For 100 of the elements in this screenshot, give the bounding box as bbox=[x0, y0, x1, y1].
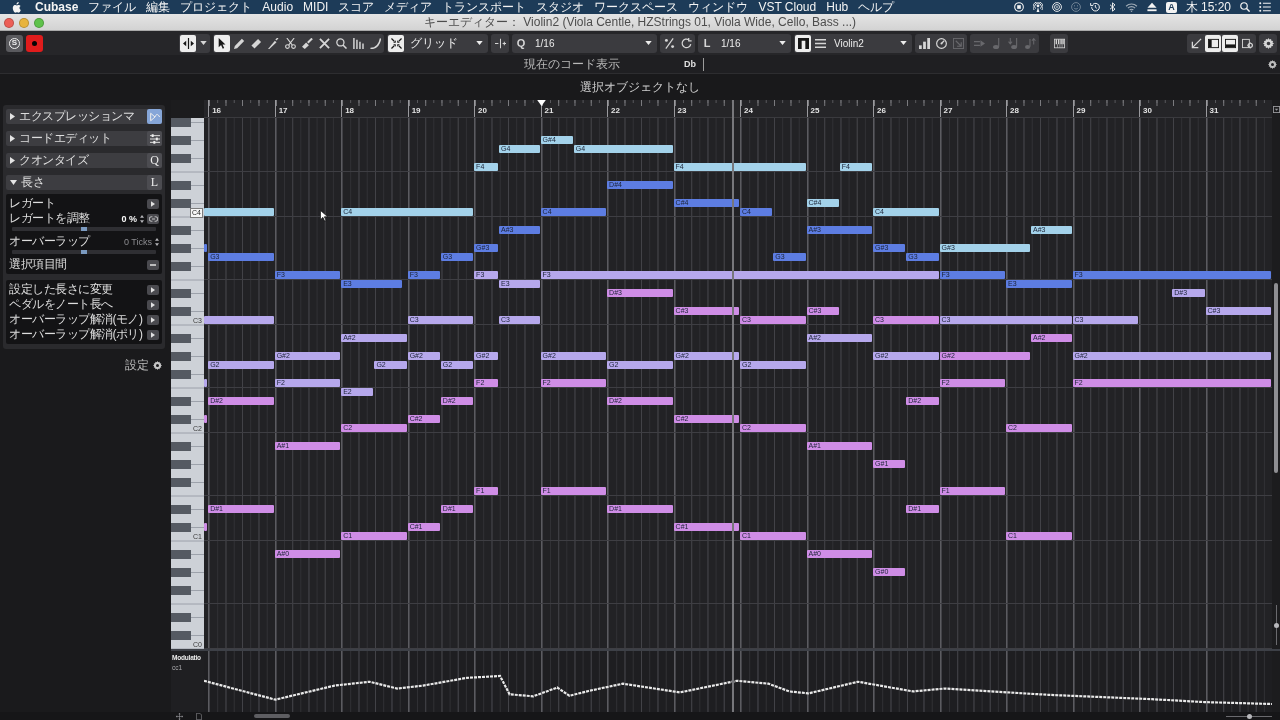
note-grid[interactable] bbox=[204, 118, 1272, 649]
snap-type-dropdown[interactable]: グリッド bbox=[405, 34, 487, 52]
quantize-dropdown[interactable]: 1/16 bbox=[530, 34, 656, 52]
length-button[interactable]: L bbox=[699, 34, 715, 52]
eject-icon[interactable] bbox=[1147, 2, 1158, 12]
slider-thumb[interactable] bbox=[81, 227, 87, 231]
bar-number: 27 bbox=[942, 106, 953, 117]
minus-icon[interactable] bbox=[150, 263, 156, 266]
slider-thumb[interactable] bbox=[81, 250, 87, 254]
disclosure-triangle-icon[interactable] bbox=[10, 180, 17, 185]
bar-number: 23 bbox=[676, 106, 687, 117]
menu-item[interactable]: MIDI bbox=[298, 0, 334, 14]
minus-bar-plus-icon[interactable] bbox=[494, 37, 506, 49]
wifi-icon[interactable] bbox=[1125, 2, 1139, 12]
length-dropdown[interactable]: 1/16 bbox=[716, 34, 790, 52]
caret-icon[interactable] bbox=[645, 41, 652, 45]
chord-display-label: 現在のコード表示 bbox=[524, 55, 620, 73]
apply-button[interactable] bbox=[147, 284, 159, 295]
quantize-button[interactable]: Q bbox=[513, 34, 529, 52]
section-header[interactable]: 長さ L bbox=[6, 175, 162, 190]
disclosure-triangle-icon[interactable] bbox=[10, 157, 15, 164]
play-icon[interactable] bbox=[151, 331, 155, 338]
stop-circle-icon[interactable] bbox=[1014, 2, 1025, 12]
menu-item[interactable]: メディア bbox=[379, 0, 438, 14]
search-icon[interactable] bbox=[1240, 2, 1250, 12]
play-icon[interactable] bbox=[151, 316, 155, 323]
gear-icon[interactable] bbox=[1268, 59, 1277, 69]
gear-icon[interactable] bbox=[1262, 37, 1274, 49]
apply-button[interactable] bbox=[147, 314, 159, 325]
caret-icon[interactable] bbox=[199, 41, 207, 45]
dot-icon[interactable] bbox=[32, 40, 37, 46]
midi-note[interactable] bbox=[204, 523, 208, 531]
disclosure-triangle-icon[interactable] bbox=[10, 135, 15, 142]
track-dropdown[interactable]: Violin2 bbox=[829, 34, 911, 52]
settings-button[interactable] bbox=[1259, 33, 1277, 53]
gear-icon[interactable] bbox=[153, 361, 162, 370]
modulation-curve[interactable] bbox=[204, 674, 1272, 705]
apply-button[interactable] bbox=[147, 299, 159, 310]
menu-item[interactable]: スタジオ bbox=[531, 0, 590, 14]
play-icon[interactable] bbox=[151, 286, 155, 293]
solo-button[interactable]: S bbox=[6, 34, 23, 52]
bar-number: 30 bbox=[1142, 106, 1152, 117]
menu-item[interactable]: 編集 bbox=[141, 0, 176, 14]
record-button[interactable] bbox=[26, 34, 43, 52]
document-icon[interactable] bbox=[196, 712, 202, 720]
caret-icon[interactable] bbox=[779, 41, 786, 45]
play-icon[interactable] bbox=[151, 301, 155, 308]
piano-keys-icon[interactable] bbox=[1053, 37, 1065, 49]
section-toggle[interactable]: L bbox=[147, 175, 162, 190]
caret-icon[interactable] bbox=[476, 41, 483, 45]
slider-thumb[interactable] bbox=[1246, 713, 1252, 719]
timeline-ruler[interactable]: 16 17 18 19 20 21 22 23 24 25 26 27 28 29 30 31 bbox=[204, 100, 1272, 118]
piano-keyboard-drawing[interactable] bbox=[171, 118, 204, 649]
input-source-indicator[interactable]: A bbox=[1166, 1, 1177, 13]
menu-clock[interactable]: 木 15:20 bbox=[1185, 0, 1231, 14]
snap-mode-button[interactable] bbox=[491, 33, 509, 53]
bar-number: 26 bbox=[876, 106, 886, 117]
caret-icon[interactable] bbox=[900, 41, 907, 45]
bar-number: 19 bbox=[410, 106, 421, 117]
function-label: オーバーラップ解消(ポリ) bbox=[9, 326, 144, 343]
disclosure-triangle-icon[interactable] bbox=[10, 113, 15, 120]
menu-item[interactable]: ファイル bbox=[83, 0, 142, 14]
apple-icon[interactable] bbox=[12, 1, 21, 13]
apply-button[interactable] bbox=[147, 198, 159, 209]
move-arrows-icon[interactable] bbox=[176, 712, 183, 720]
settings-label[interactable]: 設定 bbox=[125, 357, 148, 374]
menu-item[interactable]: ワークスペース bbox=[589, 0, 684, 14]
close-button[interactable] bbox=[4, 17, 14, 28]
midi-note[interactable] bbox=[204, 415, 208, 423]
menu-item[interactable]: スコア bbox=[333, 0, 380, 14]
stepper-arrows-icon[interactable] bbox=[140, 214, 144, 223]
midi-note[interactable] bbox=[204, 244, 208, 252]
value-field[interactable]: 0 % bbox=[121, 213, 137, 224]
menu-item[interactable]: プロジェクト bbox=[175, 0, 258, 14]
smiley-icon[interactable] bbox=[1071, 2, 1082, 12]
minus-button[interactable] bbox=[147, 259, 159, 270]
person-waves-icon[interactable] bbox=[1033, 2, 1044, 12]
target-icon[interactable] bbox=[1052, 2, 1063, 12]
menu-item[interactable]: Audio bbox=[257, 0, 299, 14]
section-toggle[interactable]: Q bbox=[147, 153, 162, 168]
menu-item[interactable]: ウィンドウ bbox=[683, 0, 754, 14]
caret-box-icon[interactable] bbox=[1272, 105, 1280, 113]
triangle-marker-icon[interactable] bbox=[536, 100, 546, 106]
slider-thumb[interactable] bbox=[1273, 622, 1279, 628]
apply-button[interactable] bbox=[147, 329, 159, 340]
bluetooth-icon[interactable] bbox=[1109, 2, 1117, 12]
menu-item[interactable]: VST Cloud bbox=[753, 0, 822, 14]
stepper-arrows-icon[interactable] bbox=[155, 237, 159, 246]
section-header[interactable]: クオンタイズ Q bbox=[6, 153, 162, 168]
menu-item[interactable]: Hub bbox=[821, 0, 854, 14]
menu-item[interactable]: ヘルプ bbox=[853, 0, 900, 14]
menu-item[interactable]: Cubase bbox=[30, 0, 84, 14]
keyboard-button[interactable] bbox=[1050, 33, 1068, 53]
menu-item[interactable]: トランスポート bbox=[437, 0, 532, 14]
midi-note[interactable] bbox=[204, 379, 208, 387]
section-header[interactable]: コードエディット bbox=[6, 131, 162, 146]
section-header[interactable]: エクスプレッションマ bbox=[6, 109, 162, 124]
play-icon[interactable] bbox=[151, 200, 155, 207]
list-icon[interactable] bbox=[1259, 2, 1271, 12]
clock-arrow-icon[interactable] bbox=[1090, 2, 1101, 12]
